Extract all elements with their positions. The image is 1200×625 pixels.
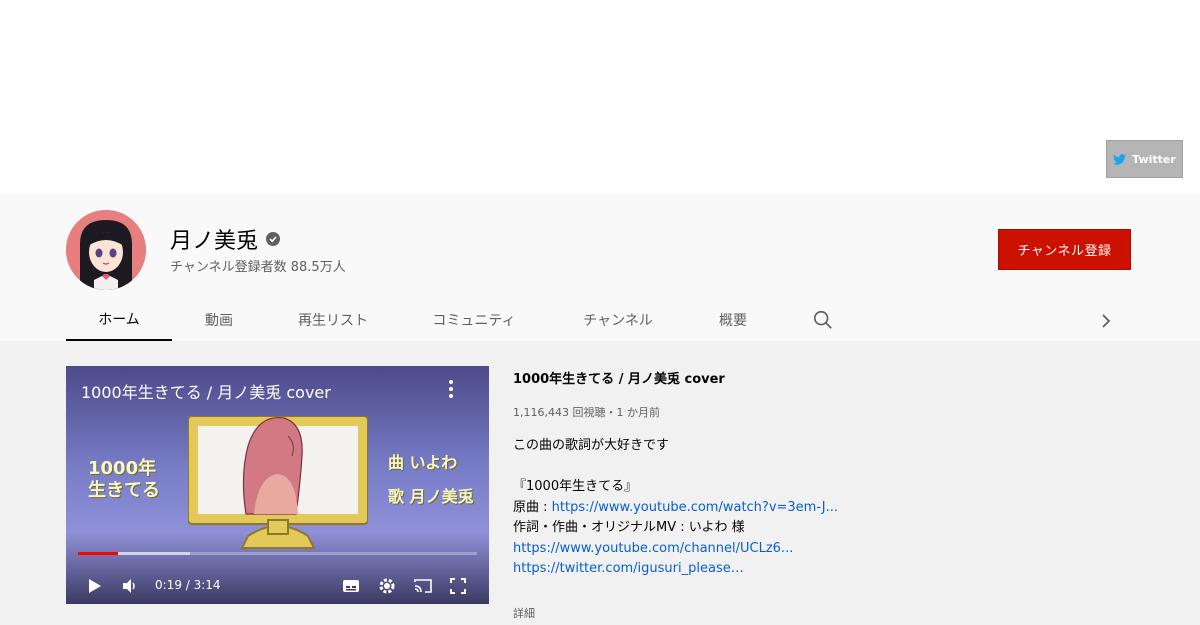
tab-home[interactable]: ホーム	[66, 299, 172, 341]
player-title[interactable]: 1000年生きてる / 月ノ美兎 cover	[81, 379, 331, 403]
more-vert-icon[interactable]	[446, 378, 456, 400]
video-art-text-right: 曲 いよわ 歌 月ノ美兎	[388, 453, 474, 506]
desc-line: https://twitter.com/igusuri_please…	[513, 559, 838, 580]
settings-gear-icon[interactable]	[378, 577, 396, 595]
play-icon[interactable]	[88, 578, 102, 594]
original-song-link[interactable]: https://www.youtube.com/watch?v=3em-J...	[552, 500, 838, 515]
search-icon[interactable]	[812, 309, 834, 331]
twitter-link-button[interactable]: Twitter	[1106, 140, 1183, 178]
subtitles-icon[interactable]	[342, 578, 360, 594]
player-time: 0:19 / 3:14	[155, 578, 221, 592]
cast-icon[interactable]	[414, 578, 432, 594]
tab-channels[interactable]: チャンネル	[548, 299, 688, 341]
tab-about[interactable]: 概要	[688, 299, 778, 341]
fullscreen-icon[interactable]	[450, 578, 466, 594]
show-more-link[interactable]: 詳細	[513, 605, 535, 621]
video-art-text-left: 1000年 生きてる	[88, 458, 160, 501]
tab-community[interactable]: コミュニティ	[400, 299, 548, 341]
desc-line: 原曲 : https://www.youtube.com/watch?v=3em…	[513, 499, 838, 515]
tab-playlists[interactable]: 再生リスト	[266, 299, 400, 341]
composer-channel-link[interactable]: https://www.youtube.com/channel/UCLz6...	[513, 541, 793, 556]
video-meta: 1,116,443 回視聴・1 か月前	[513, 406, 660, 419]
video-description: この曲の歌詞が大好きです 『1000年生きてる』 原曲 : https://ww…	[513, 436, 838, 580]
channel-avatar[interactable]	[66, 210, 146, 290]
channel-name[interactable]: 月ノ美兎	[170, 223, 281, 255]
desc-line: この曲の歌詞が大好きです	[513, 438, 670, 453]
desc-line: 作詞・作曲・オリジナルMV : いよわ 様	[513, 520, 745, 535]
chevron-right-icon[interactable]	[1096, 311, 1116, 331]
channel-banner: Twitter	[0, 0, 1200, 193]
composer-twitter-link[interactable]: https://twitter.com/igusuri_please…	[513, 561, 744, 576]
subscribe-button[interactable]: チャンネル登録	[998, 229, 1131, 270]
desc-line: https://www.youtube.com/channel/UCLz6...	[513, 539, 838, 560]
video-title[interactable]: 1000年生きてる / 月ノ美兎 cover	[513, 368, 1153, 387]
desc-blank	[513, 457, 838, 478]
subscriber-count: チャンネル登録者数 88.5万人	[170, 260, 346, 275]
desc-line: 『1000年生きてる』	[513, 479, 638, 494]
video-frame-illustration-icon	[188, 416, 368, 549]
verified-badge-icon	[266, 232, 281, 246]
channel-header: 月ノ美兎 チャンネル登録者数 88.5万人 チャンネル登録 ホーム 動画 再生リ…	[0, 193, 1200, 341]
volume-icon[interactable]	[122, 578, 138, 594]
tab-videos[interactable]: 動画	[172, 299, 266, 341]
channel-tabs: ホーム 動画 再生リスト コミュニティ チャンネル 概要	[66, 299, 1136, 341]
video-info: 1000年生きてる / 月ノ美兎 cover 1,116,443 回視聴・1 か…	[513, 368, 1153, 620]
home-content: 1000年 生きてる 曲 いよわ 歌 月ノ美兎 1000年生きてる / 月ノ美兎…	[0, 341, 1200, 625]
video-player[interactable]: 1000年 生きてる 曲 いよわ 歌 月ノ美兎 1000年生きてる / 月ノ美兎…	[66, 366, 489, 604]
channel-name-text: 月ノ美兎	[170, 229, 259, 254]
progress-played	[78, 552, 118, 555]
twitter-link-label: Twitter	[1132, 152, 1176, 166]
progress-bar[interactable]	[78, 552, 477, 555]
twitter-icon	[1113, 153, 1127, 165]
avatar-illustration-icon	[66, 210, 146, 290]
